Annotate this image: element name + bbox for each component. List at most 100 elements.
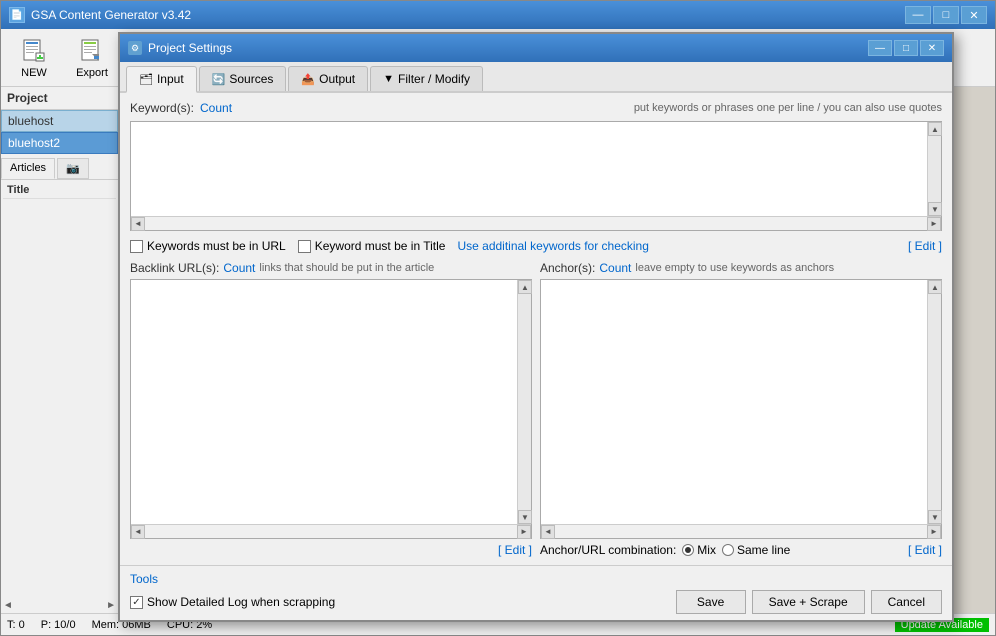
scroll-right-icon[interactable]: ► xyxy=(106,600,116,611)
keywords-scroll-right[interactable]: ► xyxy=(927,217,941,231)
keywords-scrollbar-h: ◄ ► xyxy=(131,216,941,230)
output-tab-icon: 📤 xyxy=(301,73,315,86)
backlink-scrollbar-v: ▲ ▼ xyxy=(517,280,531,524)
keywords-hint: put keywords or phrases one per line / y… xyxy=(634,102,942,114)
footer-top: Tools xyxy=(130,572,942,586)
dialog-controls: — □ ✕ xyxy=(868,40,944,56)
dialog-body: 🗂 Input 🔄 Sources 📤 Output ▼ Filter / Mo… xyxy=(120,62,952,620)
status-t: T: 0 xyxy=(7,619,25,631)
export-button[interactable]: Export xyxy=(65,34,119,82)
keywords-scroll-left[interactable]: ◄ xyxy=(131,217,145,231)
sidebar-item-bluehost[interactable]: bluehost xyxy=(1,110,118,132)
new-button[interactable]: NEW xyxy=(7,34,61,82)
keywords-scroll-up[interactable]: ▲ xyxy=(928,122,942,136)
backlink-col: Backlink URL(s): Count links that should… xyxy=(130,261,532,557)
keyword-in-title-checkbox[interactable]: Keyword must be in Title xyxy=(298,239,446,253)
radio-same-line-btn[interactable] xyxy=(722,544,734,556)
tab-sources-label: Sources xyxy=(229,72,273,86)
show-log-label: Show Detailed Log when scrapping xyxy=(147,595,335,609)
anchor-inner: ▲ ▼ xyxy=(541,280,941,524)
keywords-in-url-box[interactable] xyxy=(130,240,143,253)
sidebar: Project bluehost bluehost2 Articles 📷 Ti… xyxy=(1,87,119,613)
backlink-scroll-right[interactable]: ► xyxy=(517,525,531,539)
sidebar-content: Title xyxy=(1,180,118,598)
anchor-header: Anchor(s): Count leave empty to use keyw… xyxy=(540,261,942,275)
radio-mix[interactable]: Mix xyxy=(682,543,716,557)
backlink-input[interactable] xyxy=(131,280,517,524)
app-window-controls: — □ ✕ xyxy=(905,6,987,24)
tab-output-label: Output xyxy=(319,72,355,86)
save-button[interactable]: Save xyxy=(676,590,746,614)
tab-sources[interactable]: 🔄 Sources xyxy=(199,66,287,91)
tab-input[interactable]: 🗂 Input xyxy=(126,66,197,93)
keywords-scroll-down[interactable]: ▼ xyxy=(928,202,942,216)
keywords-input[interactable] xyxy=(131,122,927,216)
footer-bottom: Show Detailed Log when scrapping Save Sa… xyxy=(130,590,942,614)
keywords-textarea-inner: ▲ ▼ xyxy=(131,122,941,216)
dialog-close-button[interactable]: ✕ xyxy=(920,40,944,56)
status-p: P: 10/0 xyxy=(41,619,76,631)
radio-mix-label: Mix xyxy=(697,543,716,557)
tab-photo[interactable]: 📷 xyxy=(57,158,89,179)
input-tab-icon: 🗂 xyxy=(139,73,153,86)
form-area: Keyword(s): Count put keywords or phrase… xyxy=(120,93,952,565)
keywords-header-row: Keyword(s): Count put keywords or phrase… xyxy=(130,101,942,115)
sidebar-tabs: Articles 📷 xyxy=(1,158,118,180)
backlink-scroll-left[interactable]: ◄ xyxy=(131,525,145,539)
anchor-label: Anchor(s): xyxy=(540,261,595,275)
anchor-scroll-up[interactable]: ▲ xyxy=(928,280,942,294)
new-label: NEW xyxy=(21,67,47,79)
app-title: GSA Content Generator v3.42 xyxy=(31,8,191,22)
radio-mix-btn[interactable] xyxy=(682,544,694,556)
cancel-button[interactable]: Cancel xyxy=(871,590,942,614)
sidebar-item-bluehost2[interactable]: bluehost2 xyxy=(1,132,118,154)
backlink-scroll-down[interactable]: ▼ xyxy=(518,510,532,524)
backlink-edit-row: [ Edit ] xyxy=(130,543,532,557)
tools-link[interactable]: Tools xyxy=(130,572,158,586)
use-additional-keywords-link[interactable]: Use additinal keywords for checking xyxy=(457,239,648,253)
maximize-button[interactable]: □ xyxy=(933,6,959,24)
anchor-count-link[interactable]: Count xyxy=(599,261,631,275)
anchor-scroll-track xyxy=(928,294,941,510)
filter-tab-icon: ▼ xyxy=(383,73,394,85)
backlink-header: Backlink URL(s): Count links that should… xyxy=(130,261,532,275)
keywords-label: Keyword(s): xyxy=(130,101,194,115)
keywords-in-url-label: Keywords must be in URL xyxy=(147,239,286,253)
backlink-edit-link[interactable]: [ Edit ] xyxy=(498,543,532,557)
dialog-maximize-button[interactable]: □ xyxy=(894,40,918,56)
project-settings-dialog: ⚙ Project Settings — □ ✕ 🗂 Input 🔄 Sourc… xyxy=(118,32,954,622)
keyword-in-title-box[interactable] xyxy=(298,240,311,253)
dialog-footer: Tools Show Detailed Log when scrapping S… xyxy=(120,565,952,620)
tab-filter-label: Filter / Modify xyxy=(398,72,470,86)
save-scrape-button[interactable]: Save + Scrape xyxy=(752,590,865,614)
tab-filter-modify[interactable]: ▼ Filter / Modify xyxy=(370,66,483,91)
show-log-checkbox[interactable]: Show Detailed Log when scrapping xyxy=(130,595,335,609)
keywords-in-url-checkbox[interactable]: Keywords must be in URL xyxy=(130,239,286,253)
dialog-minimize-button[interactable]: — xyxy=(868,40,892,56)
tab-output[interactable]: 📤 Output xyxy=(288,66,368,91)
show-log-box[interactable] xyxy=(130,596,143,609)
keyword-in-title-label: Keyword must be in Title xyxy=(315,239,446,253)
checkbox-row: Keywords must be in URL Keyword must be … xyxy=(130,237,942,255)
anchor-scroll-down[interactable]: ▼ xyxy=(928,510,942,524)
anchor-scroll-left[interactable]: ◄ xyxy=(541,525,555,539)
anchor-scroll-right[interactable]: ► xyxy=(927,525,941,539)
anchor-edit-link[interactable]: [ Edit ] xyxy=(908,543,942,557)
anchor-textarea-container: ▲ ▼ ◄ ► xyxy=(540,279,942,539)
close-button[interactable]: ✕ xyxy=(961,6,987,24)
backlink-count-link[interactable]: Count xyxy=(223,261,255,275)
backlink-scroll-up[interactable]: ▲ xyxy=(518,280,532,294)
tab-articles[interactable]: Articles xyxy=(1,158,55,179)
keywords-scroll-track xyxy=(928,136,941,202)
app-icon: 📄 xyxy=(9,7,25,23)
scroll-left-icon[interactable]: ◄ xyxy=(3,600,13,611)
app-titlebar: 📄 GSA Content Generator v3.42 — □ ✕ xyxy=(1,1,995,29)
keywords-count-link[interactable]: Count xyxy=(200,101,232,115)
anchor-input[interactable] xyxy=(541,280,927,524)
minimize-button[interactable]: — xyxy=(905,6,931,24)
radio-same-line[interactable]: Same line xyxy=(722,543,790,557)
keywords-edit-link[interactable]: [ Edit ] xyxy=(908,239,942,253)
backlink-scrollbar-h: ◄ ► xyxy=(131,524,531,538)
two-col-area: Backlink URL(s): Count links that should… xyxy=(130,261,942,557)
tab-input-label: Input xyxy=(157,72,184,86)
